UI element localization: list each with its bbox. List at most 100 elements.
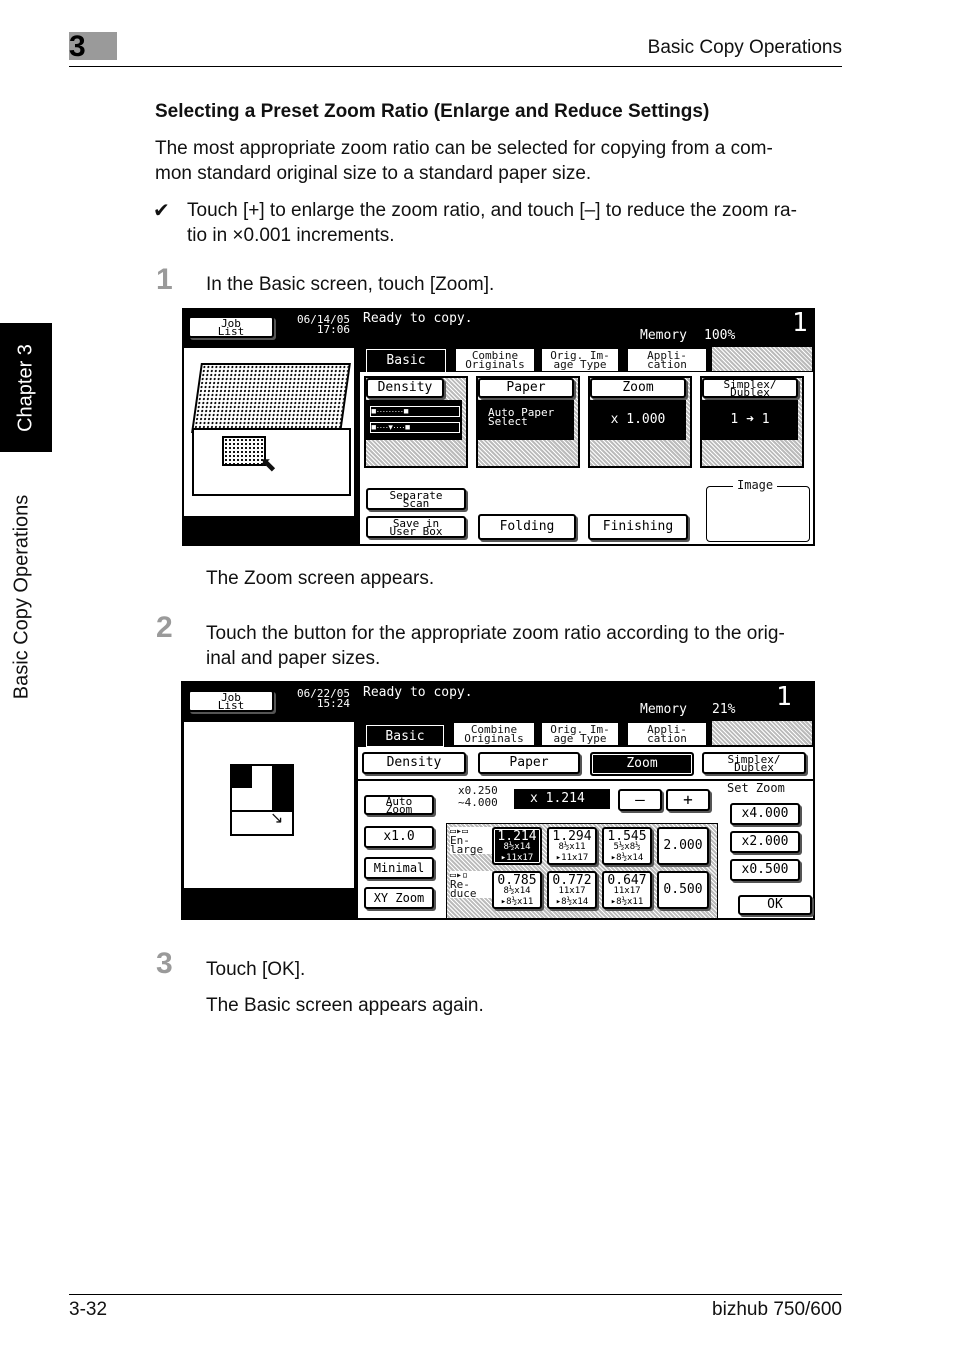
tab-application[interactable]: Appli-cation xyxy=(626,347,708,371)
tab-label: Basic xyxy=(386,353,426,368)
duplex-value: 1 ➜ 1 xyxy=(702,400,798,440)
header-section-title: Basic Copy Operations xyxy=(647,37,842,58)
tab-label: cation xyxy=(647,732,687,745)
button-label: Zoom xyxy=(385,803,413,816)
preview-panel: ⬉ xyxy=(184,348,354,516)
tab-application[interactable]: Appli-cation xyxy=(626,721,708,745)
auto-zoom-button[interactable]: Auto Zoom xyxy=(364,795,434,815)
tab-combine-originals[interactable]: Combine Originals xyxy=(454,347,536,371)
preset-size-to: ▸8½x11 xyxy=(500,897,534,907)
scanner-lid xyxy=(191,363,351,433)
job-list-label: List xyxy=(217,325,245,338)
footer-rule xyxy=(69,1294,842,1295)
button-label: User Box xyxy=(389,525,443,538)
density-value: ■·········■ ■····▾····■ xyxy=(366,400,462,440)
tab-basic[interactable]: Basic xyxy=(364,723,446,747)
x1-button[interactable]: x1.0 xyxy=(364,826,434,848)
preset-ratio: 1.545 xyxy=(607,829,647,844)
preset-size-to: ▸8½x14 xyxy=(555,897,589,907)
basic-screen: Job List 06/14/05 17:06 Ready to copy. Mem… xyxy=(182,308,815,546)
preview-panel: ↘ xyxy=(184,722,354,888)
page-block xyxy=(232,766,252,788)
resize-arrow-icon: ↘ xyxy=(270,810,284,827)
tab-label: cation xyxy=(647,358,687,371)
step-line: Touch the button for the appropriate zoo… xyxy=(206,623,785,644)
status-message: Ready to copy. xyxy=(363,685,473,700)
folding-button[interactable]: Folding xyxy=(478,514,576,540)
save-in-user-box-button[interactable]: Save in User Box xyxy=(366,516,466,538)
chapter-side-tab-label: Chapter 3 xyxy=(14,343,37,432)
preset-ratio-button[interactable]: 1.294 8½x11 ▸11x17 xyxy=(547,827,597,865)
paper-button[interactable]: Paper xyxy=(478,378,574,398)
finishing-button[interactable]: Finishing xyxy=(588,514,688,540)
page-block xyxy=(232,788,252,810)
zoom-value: x 1.000 xyxy=(590,400,686,440)
reduce-label-line: duce xyxy=(450,887,477,900)
paper-value: Auto Paper Select xyxy=(478,400,574,440)
zoom-screen: Job List 06/22/05 15:24 Ready to copy. Mem… xyxy=(181,681,815,920)
density-scale-lower: ■····▾····■ xyxy=(370,422,460,433)
preset-ratio-button[interactable]: 0.647 11x17 ▸8½x11 xyxy=(602,871,652,909)
preset-ratio-button[interactable]: 0.500 xyxy=(657,871,709,909)
preset-ratio-button[interactable]: 2.000 xyxy=(657,827,709,865)
tab-orig-image-type[interactable]: Orig. Im-age Type xyxy=(540,347,620,371)
reduce-label: ▭▸▫ Re-duce xyxy=(450,871,492,900)
preset-ratio-button[interactable]: 1.214 8½x14 ▸11x17 xyxy=(492,827,542,865)
job-list-label: List xyxy=(217,699,245,712)
status-message: Ready to copy. xyxy=(363,311,473,326)
preset-ratio-button[interactable]: 1.545 5½x8½ ▸8½x14 xyxy=(602,827,652,865)
note-line: Touch [+] to enlarge the zoom ratio, and… xyxy=(187,200,797,221)
plus-button[interactable]: + xyxy=(666,789,710,811)
zoom-range: x0.250 ~4.000 xyxy=(458,785,498,809)
step-result: The Zoom screen appears. xyxy=(206,568,435,589)
tab-basic[interactable]: Basic xyxy=(364,347,448,373)
datetime: 06/22/05 15:24 xyxy=(284,688,350,710)
step-text: Touch the button for the appropriate zoo… xyxy=(206,621,846,671)
minimal-button[interactable]: Minimal xyxy=(364,857,434,879)
tab-combine-originals[interactable]: Combine Originals xyxy=(452,721,536,745)
page-block xyxy=(252,766,272,810)
ok-button[interactable]: OK xyxy=(738,895,812,915)
tab-orig-image-type[interactable]: Orig. Im-age Type xyxy=(540,721,620,745)
subtab-simplex-duplex[interactable]: Simplex/Duplex xyxy=(702,752,806,774)
datetime: 06/14/05 17:06 xyxy=(284,314,350,336)
checkmark-icon: ✔ xyxy=(153,200,170,222)
density-button[interactable]: Density xyxy=(366,378,444,398)
button-label: Scan xyxy=(402,497,430,510)
note-line: tio in ×0.001 increments. xyxy=(187,225,395,246)
subtab-density[interactable]: Density xyxy=(362,752,466,774)
job-list-button[interactable]: Job List xyxy=(188,316,274,338)
set-zoom-button[interactable]: x0.500 xyxy=(730,859,800,881)
enlarge-label-line: large xyxy=(450,843,484,856)
set-zoom-button[interactable]: x2.000 xyxy=(730,831,800,853)
preset-ratio: 0.785 xyxy=(497,873,537,888)
xy-zoom-button[interactable]: XY Zoom xyxy=(364,887,434,909)
tab-label: Originals xyxy=(464,732,524,745)
page-number: 3-32 xyxy=(69,1299,108,1320)
separate-scan-button[interactable]: Separate Scan xyxy=(366,488,466,510)
preset-ratio: 0.772 xyxy=(552,873,592,888)
subtab-paper[interactable]: Paper xyxy=(478,752,580,774)
minus-button[interactable]: – xyxy=(618,789,662,811)
subtab-zoom[interactable]: Zoom xyxy=(590,752,694,776)
job-list-button[interactable]: Job List xyxy=(188,690,274,712)
intro-paragraph: The most appropriate zoom ratio can be s… xyxy=(155,136,845,186)
tab-label: Basic xyxy=(385,729,425,744)
preset-ratio-button[interactable]: 0.772 11x17 ▸8½x14 xyxy=(547,871,597,909)
image-label: Image xyxy=(733,478,778,492)
time-text: 15:24 xyxy=(316,697,350,710)
duplex-label: Duplex xyxy=(730,386,770,399)
memory-label: Memory xyxy=(640,702,687,717)
tab-filler xyxy=(712,721,812,745)
time-text: 17:06 xyxy=(316,323,350,336)
preset-ratio-button[interactable]: 0.785 8½x14 ▸8½x11 xyxy=(492,871,542,909)
step-line: inal and paper sizes. xyxy=(206,648,381,669)
set-zoom-button[interactable]: x4.000 xyxy=(730,803,800,825)
step-number: 2 xyxy=(156,611,173,644)
step-text: In the Basic screen, touch [Zoom]. xyxy=(206,274,495,295)
simplex-duplex-button[interactable]: Simplex/Duplex xyxy=(702,378,798,398)
intro-line: The most appropriate zoom ratio can be s… xyxy=(155,138,773,159)
zoom-button[interactable]: Zoom xyxy=(590,378,686,398)
side-section-label: Basic Copy Operations xyxy=(10,494,33,700)
density-scale-upper: ■·········■ xyxy=(370,406,460,417)
